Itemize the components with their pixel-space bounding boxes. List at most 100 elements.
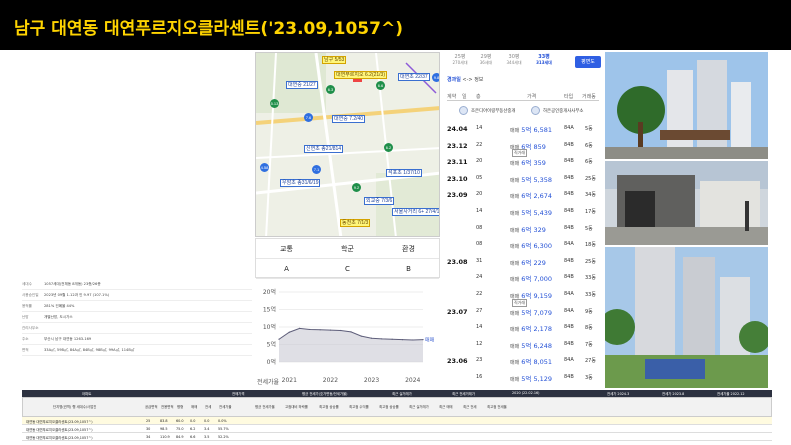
map-marker[interactable]: 5.13 (270, 99, 279, 108)
price-point (329, 329, 332, 331)
price-point (278, 338, 280, 340)
row-price-value: 5억 6,248 (521, 341, 553, 350)
price-point (298, 327, 301, 329)
transaction-row[interactable]: 12 84B 7동 매매 5억 6,248 (447, 336, 599, 352)
map-marker[interactable]: 7.1 (312, 165, 321, 174)
row-kind: 매매 (510, 377, 520, 383)
info-value: 2023년 09월 1.12과 인 9.97 (107.1%) (44, 292, 110, 297)
row-type: 84A (564, 241, 574, 248)
row-contract-month: 23.06 (447, 357, 468, 366)
transaction-row[interactable]: 23.10 05 84B 25동 매매 5억 5,358 (447, 170, 599, 186)
row-floor: 22 (476, 291, 483, 297)
row-floor: 20 (476, 191, 483, 198)
transaction-row[interactable]: 16 84B 3동 매매 5억 5,129 (447, 369, 599, 385)
y-tick-label: 10억 (263, 323, 276, 331)
column-header: 전세 (205, 405, 212, 409)
sort-other[interactable]: 정보 (474, 77, 483, 83)
price-point (309, 328, 311, 331)
info-value: 33A㎡, 59B㎡, 84A㎡, 84B㎡, 98B㎡, 99A㎡, 114B… (44, 347, 135, 352)
tab-30py[interactable]: 30평 344세대 (500, 54, 528, 66)
column-header: 최근 실거래가 (409, 405, 429, 409)
location-map[interactable]: 남구 5/53 대연푸르지오 6.2(21/3) 대연초 22/37 대연중 2… (255, 52, 440, 237)
transaction-row[interactable]: 23.08 31 84B 25동 매매 6억 229 (447, 253, 599, 269)
row-floor: 20 (476, 158, 483, 165)
transaction-row[interactable]: 08 84A 18동 매매 6억 6,300 (447, 236, 599, 252)
table-row[interactable]: 대연동 대연푸르지오클라센트(23.09,1057^) 30 98.5 75.0… (22, 425, 772, 433)
row-sale: 6.2 (190, 427, 196, 431)
map-marker[interactable]: 6.6 (376, 81, 385, 90)
sort-selector[interactable]: 경과일 <-> 정보 (447, 76, 483, 83)
x-tick-label: 2023 (364, 377, 379, 384)
row-floor: 08 (476, 241, 483, 248)
table-column-header: 단지명(권역) 행 세대수/사업진 공급면적 전용면적 평형 매매 전세 전세가… (22, 397, 772, 417)
col-floor: 층 (476, 94, 481, 100)
table-row[interactable]: 대연동 대연푸르지오클라센트(23.09,1057^) 25 83.8 60.0… (22, 417, 772, 425)
row-kind: 매매 (510, 211, 520, 217)
row-price: 매매 6억 359 (510, 157, 546, 167)
map-marker[interactable]: 7.6 (304, 113, 313, 122)
row-contract-month: 23.10 (447, 174, 468, 183)
transaction-row[interactable]: 23.07 27 84A 9동 매매 5억 7,079 직거래 (447, 298, 599, 319)
row-area: 30 (146, 427, 151, 431)
grade-value-row: A C B (256, 259, 439, 279)
x-tick-label: 2024 (405, 377, 420, 384)
row-jeonse: 3.5 (204, 435, 210, 439)
row-type: 84A (564, 291, 574, 297)
row-type: 84B (564, 141, 574, 148)
agent-name[interactable]: 조은디아이링부동산중개 (471, 108, 515, 114)
map-marker[interactable]: 9.8 (432, 73, 439, 82)
photo-gate[interactable] (605, 161, 768, 245)
map-marker[interactable]: 4.58 (260, 163, 269, 172)
transaction-row[interactable]: 14 84B 8동 매매 6억 2,178 (447, 319, 599, 335)
sort-active[interactable]: 경과일 (447, 77, 461, 83)
table-row[interactable]: 대연동 대연푸르지오클라센트(23.09,1057^) 34 110.9 84.… (22, 433, 772, 441)
y-tick-label: 0억 (267, 358, 276, 366)
floorplan-button[interactable]: 평면도 (575, 56, 601, 68)
agent-avatar-icon (531, 106, 540, 115)
grade-header-environment: 환경 (402, 245, 415, 253)
transaction-row[interactable]: 23.11 20 84B 6동 매매 6억 359 직거래 (447, 149, 599, 169)
row-price-value: 5억 7,079 (521, 308, 553, 317)
info-row: 사용승인일 2023년 09월 1.12과 인 9.97 (107.1%) (22, 290, 252, 301)
price-point (422, 339, 424, 341)
row-jeonse: 0.0 (204, 419, 210, 423)
price-point (360, 335, 362, 337)
transaction-row[interactable]: 24 84B 33동 매매 6억 7,000 (447, 269, 599, 285)
transaction-row[interactable]: 08 84B 5동 매매 6억 329 (447, 220, 599, 236)
transaction-row[interactable]: 23.06 23 84A 27동 매매 6억 8,051 (447, 352, 599, 368)
info-value: 개별난방, 도시가스 (44, 314, 73, 319)
info-key: 주소 (22, 336, 29, 341)
grade-value-school: C (345, 265, 350, 273)
row-price: 매매 6억 2,178 (510, 323, 552, 333)
graph-legend: 전세가율 (257, 378, 280, 386)
row-floor: 27 (476, 307, 483, 314)
tab-29py[interactable]: 29평 36세대 (474, 54, 498, 66)
map-marker[interactable]: 6.3 (326, 85, 335, 94)
map-label: 우암초 종31/6/19 (280, 179, 321, 187)
transaction-row[interactable]: 14 84B 17동 매매 5억 5,439 (447, 203, 599, 219)
info-row: 관리사무소 (22, 323, 252, 334)
tab-33py[interactable]: 33평 313세대 (530, 54, 558, 66)
photo-playground[interactable] (605, 247, 768, 388)
complex-info-panel: 세대수 1057세대(전체동 8개동) 23층/26층 사용승인일 2023년 09… (22, 279, 252, 389)
series-end-label: 매매 (425, 337, 435, 344)
row-type: 84A (564, 125, 574, 131)
row-price: 매매 5억 5,358 (510, 174, 552, 184)
map-marker[interactable]: 9.2 (352, 183, 361, 192)
tab-25py[interactable]: 25평 270세대 (448, 54, 472, 66)
row-price-value: 6억 6,300 (521, 242, 553, 251)
comparison-table: 아파트 전매가격 평균 전세가(호가변동/전세가율) 최근 실거래가 최근 전세… (22, 390, 772, 441)
row-dong: 33동 (585, 275, 596, 282)
transaction-row[interactable]: 23.09 20 84B 34동 매매 6억 2,674 (447, 186, 599, 202)
group-header: 최근 실거래가 (392, 392, 412, 396)
photo-exterior[interactable] (605, 52, 768, 159)
row-contract-month: 24.04 (447, 125, 468, 133)
map-marker[interactable]: 6.2 (384, 143, 393, 152)
page-title: 남구 대연동 대연푸르지오클라센트('23.09,1057^) (14, 19, 403, 39)
column-header: 전세가율 (219, 405, 232, 409)
col-type: 타입 (564, 94, 574, 100)
transaction-row[interactable]: 24.04 14 84A 5동 매매 5억 6,581 (447, 120, 599, 136)
column-header: 전용면적 (161, 405, 174, 409)
agent-name[interactable]: 하은공인중개사사무소 (543, 108, 583, 114)
column-header: 단지명(권역) 행 세대수/사업진 (53, 405, 97, 409)
